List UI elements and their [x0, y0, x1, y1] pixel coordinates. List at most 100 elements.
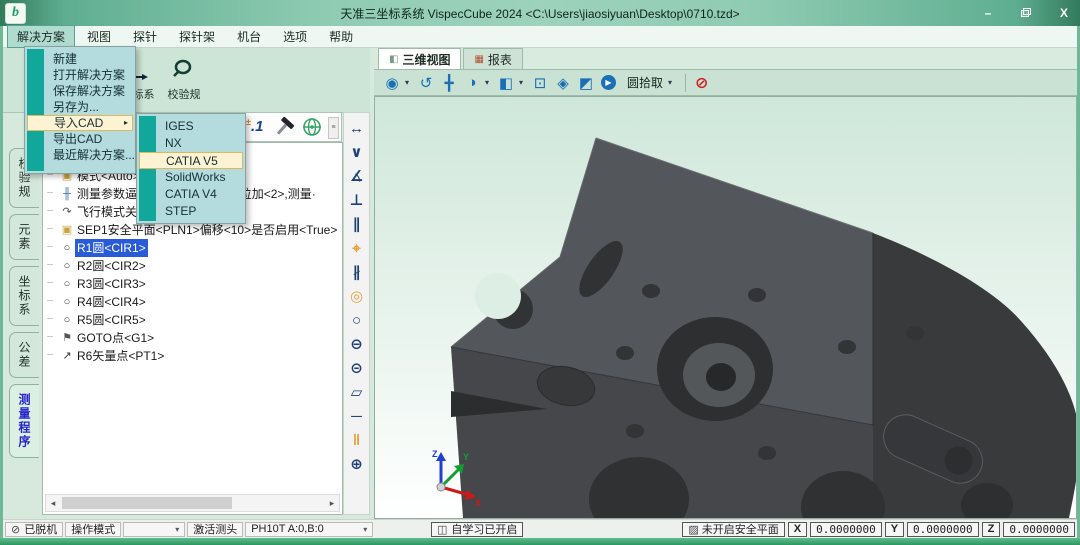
tree-item[interactable]: ┄ ○ R3圆<CIR3> — [47, 275, 340, 293]
menu-options[interactable]: 选项 — [273, 25, 317, 48]
scroll-left-arrow[interactable]: ◂ — [46, 498, 60, 509]
locate-pin-icon[interactable]: ◈ — [553, 74, 573, 92]
menu-item-open-solution[interactable]: 打开解决方案 — [27, 67, 133, 83]
tab-icon: ◧ — [389, 54, 398, 65]
minimize-button[interactable]: – — [980, 6, 996, 20]
symmetry-icon[interactable]: ⊖ — [344, 332, 369, 356]
projection-target-icon[interactable] — [301, 116, 323, 143]
active-probe-dropdown[interactable]: PH10T A:0,B:0▾ — [245, 522, 373, 537]
menu-solution[interactable]: 解决方案 — [7, 25, 75, 48]
menu-item-save-solution[interactable]: 保存解决方案 — [27, 83, 133, 99]
box-select-icon[interactable]: ◩ — [576, 74, 596, 92]
tab-report[interactable]: ▦ 报表 — [463, 48, 522, 69]
restore-icon — [1021, 8, 1031, 17]
menu-item-import-cad[interactable]: 导入CAD ▸ — [27, 115, 133, 131]
safety-plane-status[interactable]: ▨ 未开启安全平面 — [682, 522, 784, 537]
hammer-icon[interactable] — [273, 116, 295, 143]
shade-style-icon[interactable]: ◑ — [462, 74, 482, 91]
decimal-precision-icon[interactable]: ±.1 — [246, 117, 263, 135]
toolbar-overflow-button[interactable]: ≡ — [328, 117, 339, 139]
viewport-3d[interactable]: Z Y X — [374, 96, 1077, 519]
submenu-item-solidworks[interactable]: SolidWorks — [139, 169, 243, 186]
solution-menu: 新建 打开解决方案 保存解决方案 另存为... 导入CAD ▸ 导出CAD — [24, 46, 136, 174]
axis-z-label: Z — [432, 449, 438, 459]
view-tab-bar: ◧ 三维视图 ▦ 报表 — [374, 48, 1077, 70]
tree-item[interactable]: ┄ ○ R4圆<CIR4> — [47, 293, 340, 311]
position-target-icon[interactable]: ⌖ — [344, 236, 369, 260]
angularity-icon[interactable]: ∦ — [344, 260, 369, 284]
runout-icon[interactable]: ⊝ — [344, 356, 369, 380]
pan-move-icon[interactable]: ╋ — [439, 74, 459, 92]
axis-x-label: X — [475, 498, 481, 508]
visibility-eye-icon[interactable]: ◉ — [382, 74, 402, 92]
probe-disabled-icon[interactable]: ⊘ — [695, 73, 708, 93]
menu-item-new[interactable]: 新建 — [27, 51, 133, 67]
chevron-down-icon[interactable]: ▾ — [519, 78, 527, 87]
scroll-thumb[interactable] — [62, 497, 232, 509]
position-icon[interactable]: ⊕ — [344, 452, 369, 476]
menu-help[interactable]: 帮助 — [319, 25, 363, 48]
menu-probe[interactable]: 探针 — [123, 25, 167, 48]
view-cube-icon[interactable]: ◧ — [496, 74, 516, 92]
menu-probe-rack[interactable]: 探针架 — [169, 25, 225, 48]
orbit-rotate-icon[interactable]: ↺ — [416, 74, 436, 92]
circle-pick-dropdown[interactable]: 圆拾取 — [627, 74, 663, 91]
menu-machine[interactable]: 机台 — [227, 25, 271, 48]
tab-elements[interactable]: 元素 — [9, 214, 39, 260]
perpendicularity-icon[interactable]: ⊥ — [344, 188, 369, 212]
chevron-down-icon[interactable]: ▾ — [485, 78, 493, 87]
angle-lines-icon[interactable]: ∡ — [344, 164, 369, 188]
import-cad-submenu: IGES NX CATIA V5 SolidWorks CATIA V4 STE… — [136, 113, 246, 224]
tab-coordinate-system[interactable]: 坐标系 — [9, 266, 39, 326]
submenu-item-step[interactable]: STEP — [139, 203, 243, 220]
tree-item[interactable]: ┄ ↗ R6矢量点<PT1> — [47, 347, 340, 365]
circle-feature-icon: ○ — [59, 239, 75, 257]
tree-item[interactable]: ┄ ○ R2圆<CIR2> — [47, 257, 340, 275]
menu-item-recent-solutions[interactable]: 最近解决方案... — [27, 147, 133, 163]
self-learn-toggle[interactable]: ◫ 自学习已开启 — [431, 522, 523, 537]
side-tab-strip: 校验规元素坐标系公差测量程序 — [3, 142, 42, 515]
submenu-item-nx[interactable]: NX — [139, 135, 243, 152]
close-button[interactable]: X — [1056, 6, 1072, 20]
cad-model-view: Z Y X — [375, 97, 1076, 518]
safety-plane-icon: ▣ — [59, 221, 75, 239]
parallel-bars-icon[interactable]: ‖ — [344, 428, 369, 452]
play-icon[interactable]: ▶ — [601, 75, 616, 90]
submenu-item-catia-v4[interactable]: CATIA V4 — [139, 186, 243, 203]
tree-item[interactable]: ┄ ○ R1圆<CIR1> — [47, 239, 340, 257]
scroll-right-arrow[interactable]: ▸ — [325, 498, 339, 509]
parallelism-icon[interactable]: ∥ — [344, 212, 369, 236]
circle-feature-icon: ○ — [59, 311, 75, 329]
concentricity-icon[interactable]: ◎ — [344, 284, 369, 308]
submenu-item-iges[interactable]: IGES — [139, 118, 243, 135]
app-logo-icon: b — [5, 3, 26, 24]
roundness-icon[interactable]: ○ — [344, 308, 369, 332]
fit-view-icon[interactable]: ⊡ — [530, 74, 550, 92]
circle-feature-icon: ○ — [59, 275, 75, 293]
machine-status: ⊘ 已脱机 — [5, 522, 63, 537]
operation-mode-dropdown[interactable]: ▾ — [123, 522, 185, 537]
menu-item-export-cad[interactable]: 导出CAD — [27, 131, 133, 147]
tab-measure-program[interactable]: 测量程序 — [9, 384, 39, 458]
tab-tolerance[interactable]: 公差 — [9, 332, 39, 378]
submenu-item-catia-v5[interactable]: CATIA V5 — [139, 152, 243, 169]
distance-icon[interactable]: ↔ — [344, 116, 369, 140]
angle-point-icon[interactable]: ∨ — [344, 140, 369, 164]
chevron-down-icon[interactable]: ▾ — [668, 78, 676, 87]
tab-3d-view[interactable]: ◧ 三维视图 — [378, 48, 461, 69]
tree-item[interactable]: ┄ ⚑ GOTO点<G1> — [47, 329, 340, 347]
active-probe-label: 激活测头 — [187, 522, 243, 537]
menu-item-save-as[interactable]: 另存为... — [27, 99, 133, 115]
tree-item[interactable]: ┄ ○ R5圆<CIR5> — [47, 311, 340, 329]
straightness-icon[interactable]: ─ — [344, 404, 369, 428]
chevron-down-icon[interactable]: ▾ — [405, 78, 413, 87]
gauge-check-button[interactable]: 校验规 — [161, 56, 207, 102]
tree-horizontal-scrollbar[interactable]: ◂ ▸ — [45, 494, 340, 512]
restore-button[interactable] — [1018, 6, 1034, 20]
submenu-arrow-icon: ▸ — [124, 116, 128, 130]
flatness-icon[interactable]: ▱ — [344, 380, 369, 404]
status-bar: ⊘ 已脱机 操作模式 ▾ 激活测头 PH10T A:0,B:0▾ ◫ 自学习已开… — [3, 519, 1077, 538]
tab-icon: ▦ — [474, 54, 483, 65]
menu-view[interactable]: 视图 — [77, 25, 121, 48]
z-coordinate-value: 0.0000000 — [1003, 522, 1075, 537]
